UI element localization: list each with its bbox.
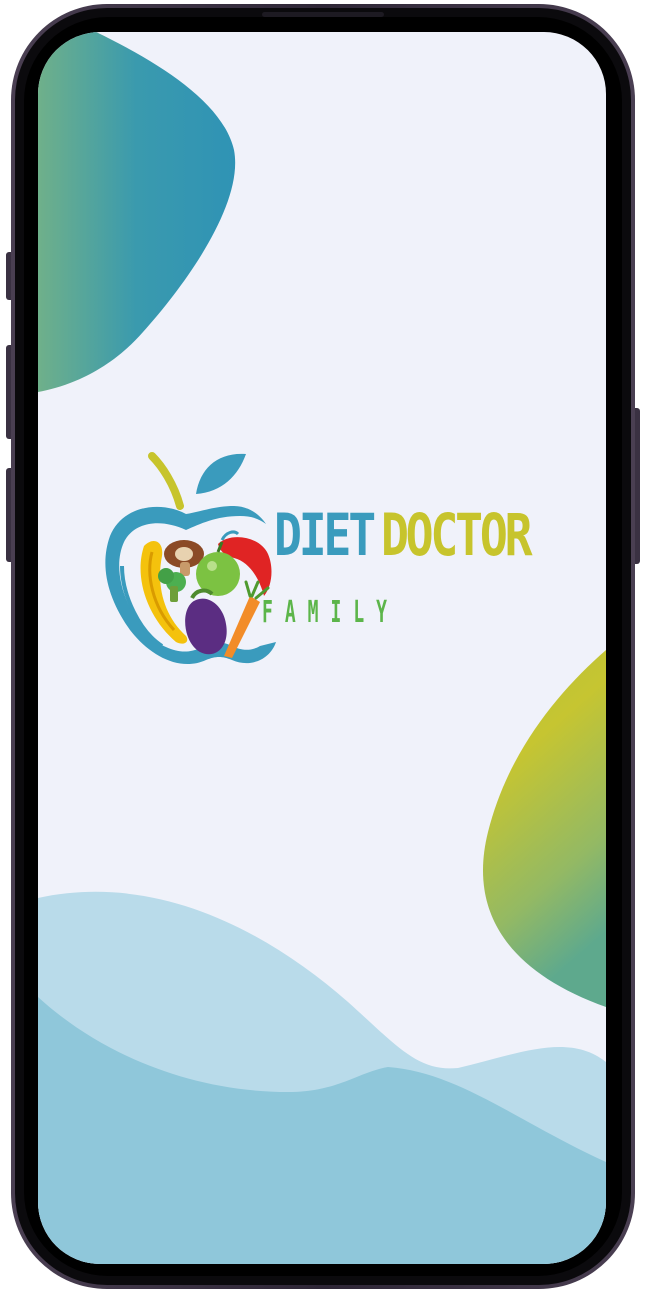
brand-word-doctor: DOCTOR xyxy=(380,501,533,569)
phone-mockup: DIET DOCTOR FAMILY xyxy=(0,0,646,1293)
brand-title: DIET DOCTOR xyxy=(274,506,533,564)
brand-word-diet: DIET xyxy=(274,501,376,569)
brand-subtitle: FAMILY xyxy=(262,595,400,630)
speaker-slot xyxy=(262,12,384,17)
splash-screen: DIET DOCTOR FAMILY xyxy=(38,32,606,1264)
right-blob xyxy=(482,650,606,1007)
top-left-blob xyxy=(38,32,236,392)
app-logo: DIET DOCTOR FAMILY xyxy=(100,446,550,668)
